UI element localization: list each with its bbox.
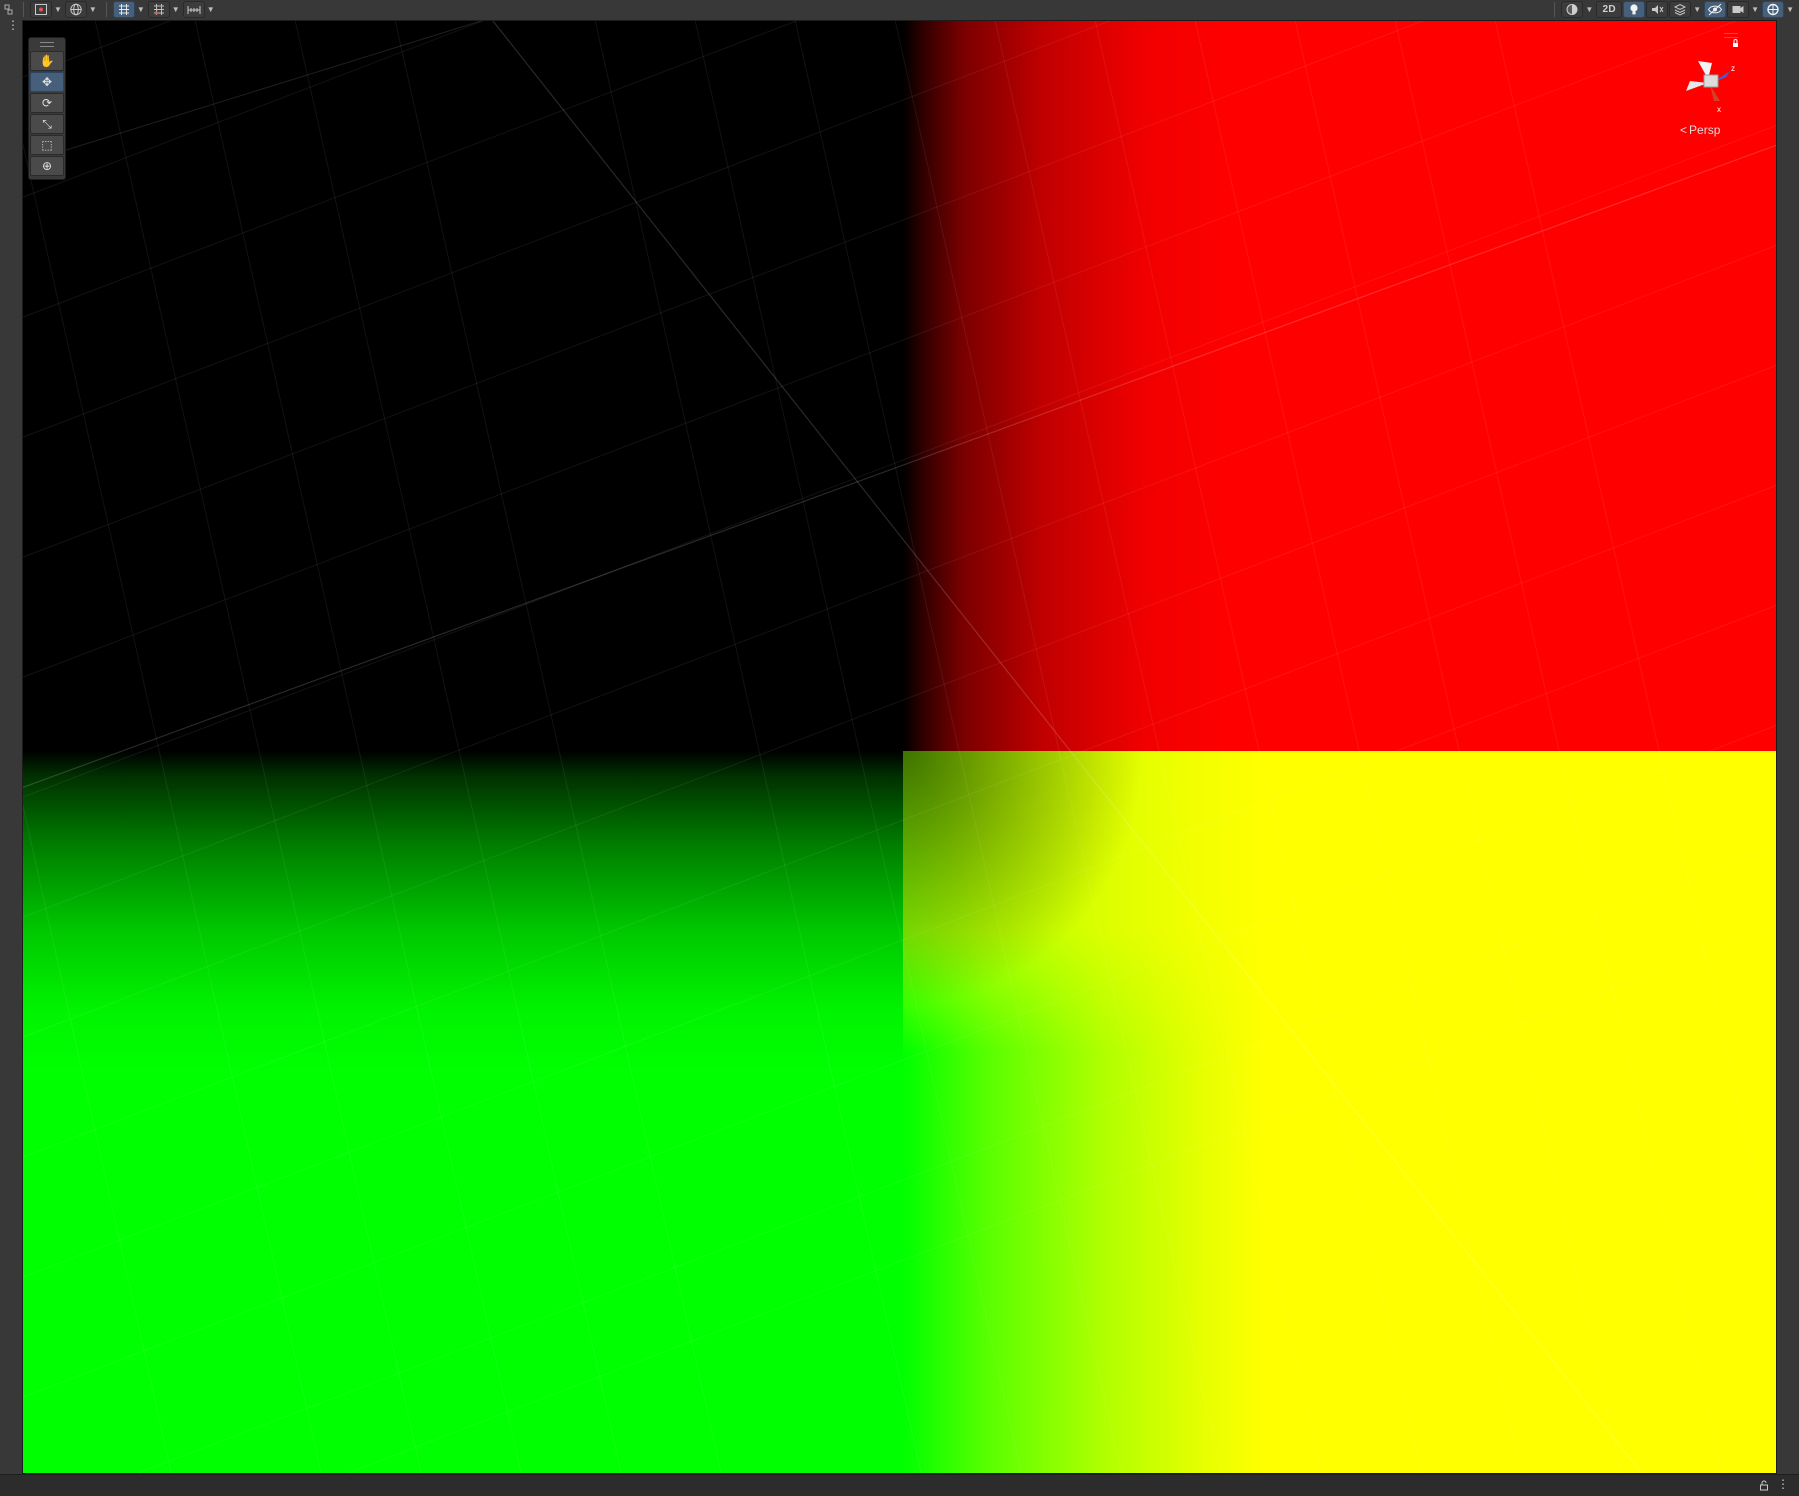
increment-snap-button[interactable] (182, 1, 205, 18)
hand-icon: ✋ (39, 54, 55, 68)
grid-snap-icon (153, 4, 164, 15)
camera-settings-button[interactable] (1727, 1, 1750, 18)
chevron-down-icon[interactable]: ▼ (1693, 5, 1701, 14)
move-arrows-icon: ✥ (41, 75, 53, 89)
chevron-down-icon[interactable]: ▼ (137, 5, 145, 14)
quadrant-black (23, 21, 903, 751)
rect-transform-icon: ⬚ (41, 138, 53, 152)
quadrant-green (23, 751, 903, 1473)
quadrant-yellow (903, 751, 1776, 1473)
overlay-grip-icon[interactable] (1724, 33, 1738, 38)
scale-tool-button[interactable]: ⤡ (30, 114, 64, 134)
scene-visibility-button[interactable] (1704, 1, 1727, 18)
draw-mode-button[interactable] (1561, 1, 1584, 18)
left-rail: ⋮ (0, 19, 22, 1495)
projection-label: Persp (1689, 123, 1721, 137)
toggle-lighting-button[interactable] (1623, 1, 1646, 18)
overlay-grip-icon[interactable] (40, 42, 54, 47)
right-gutter (1777, 20, 1799, 1474)
toggle-audio-button[interactable] (1646, 1, 1669, 18)
chevron-down-icon[interactable]: ▼ (172, 5, 180, 14)
chevron-down-icon[interactable]: ▼ (89, 5, 97, 14)
rotate-tool-button[interactable]: ⟳ (30, 93, 64, 113)
chevron-down-icon[interactable]: ▼ (1786, 5, 1794, 14)
lock-icon[interactable] (1759, 1480, 1769, 1491)
chevron-down-icon[interactable]: ▼ (207, 5, 215, 14)
lightbulb-icon (1630, 4, 1638, 15)
tool-handle-position-button[interactable] (30, 1, 52, 18)
tool-handle-rotation-button[interactable] (64, 1, 87, 18)
grid-toggle-icon (118, 4, 129, 15)
toolbar-separator (23, 2, 24, 17)
scene-toolbar: ▼ ▼ ▼ ▼ ▼ ▼ 2D ▼ ▼ ▼ (0, 0, 1799, 21)
chevron-left-icon: < (1680, 123, 1688, 137)
rotate-icon: ⟳ (41, 96, 53, 110)
toolbar-separator (105, 2, 107, 17)
chevron-down-icon[interactable]: ▼ (1751, 5, 1759, 14)
eye-hidden-icon (1708, 3, 1723, 16)
chevron-down-icon[interactable]: ▼ (54, 5, 62, 14)
toolbar-separator (1554, 2, 1556, 17)
toggle-2d-label: 2D (1602, 4, 1616, 15)
orientation-gizmo[interactable]: z x < Persp (1668, 31, 1758, 141)
gizmos-button[interactable] (1762, 1, 1785, 18)
toolbar-right-group: ▼ 2D ▼ ▼ ▼ (1548, 1, 1797, 18)
view-tool-button[interactable]: ✋ (30, 51, 64, 71)
camera-icon (1732, 6, 1744, 13)
gizmo-z-label: z (1731, 64, 1735, 73)
grid-snapping-button[interactable] (147, 1, 170, 18)
toggle-2d-button[interactable]: 2D (1596, 1, 1623, 18)
kebab-icon[interactable]: ⋮ (7, 19, 19, 31)
kebab-icon[interactable]: ⋮ (1777, 1478, 1789, 1490)
globe-icon (70, 3, 82, 16)
transform-icon: ⊕ (41, 159, 53, 173)
shading-sphere-icon (1566, 4, 1578, 15)
scene-viewport[interactable]: ✋ ✥ ⟳ ⤡ ⬚ ⊕ z x < Persp (22, 20, 1777, 1474)
pane-handle-icon[interactable] (2, 1, 16, 18)
tools-overlay: ✋ ✥ ⟳ ⤡ ⬚ ⊕ (28, 37, 66, 180)
quadrant-red (903, 21, 1776, 751)
projection-toggle[interactable]: < Persp (1680, 123, 1720, 137)
scale-icon: ⤡ (42, 116, 52, 131)
gizmo-x-label: x (1717, 105, 1721, 114)
rect-tool-button[interactable]: ⬚ (30, 135, 64, 155)
gizmo-globe-icon (1767, 3, 1779, 16)
axis-gizmo-icon[interactable]: z x (1668, 31, 1758, 121)
grid-visibility-button[interactable] (112, 1, 135, 18)
chevron-down-icon[interactable]: ▼ (1585, 5, 1593, 14)
toolbar-left-group: ▼ ▼ ▼ ▼ ▼ (2, 1, 218, 18)
status-bar: ⋮ (0, 1474, 1799, 1496)
gizmo-pivot-icon (35, 4, 47, 15)
move-tool-button[interactable]: ✥ (30, 72, 64, 92)
transform-tool-button[interactable]: ⊕ (30, 156, 64, 176)
layers-effects-icon (1674, 3, 1687, 16)
toggle-effects-button[interactable] (1669, 1, 1692, 18)
ruler-icon (187, 6, 201, 14)
audio-icon (1652, 5, 1664, 14)
